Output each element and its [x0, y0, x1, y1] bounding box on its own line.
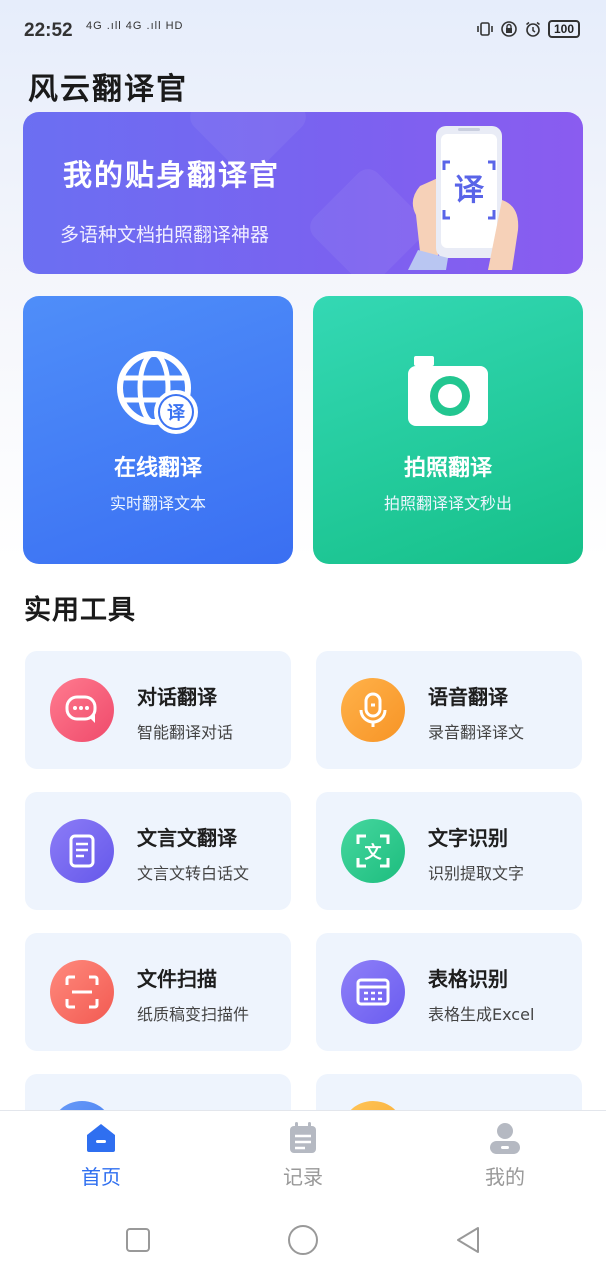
- camera-icon: [408, 356, 488, 426]
- user-icon: [490, 1123, 520, 1154]
- home-icon: [87, 1124, 115, 1152]
- tab-label: 记录: [283, 1165, 323, 1189]
- tab-label: 我的: [485, 1165, 525, 1189]
- tab-records[interactable]: 记录: [202, 1111, 404, 1201]
- tool-subtitle: 识别提取文字: [428, 864, 525, 883]
- tool-title: 表格识别: [428, 967, 508, 991]
- svg-text:文: 文: [365, 842, 383, 863]
- tool-title: 文件扫描: [137, 967, 217, 991]
- book-icon: [50, 819, 114, 883]
- tools-section-title: 实用工具: [24, 595, 136, 626]
- tool-subtitle: 纸质稿变扫描件: [137, 1005, 250, 1024]
- app-title: 风云翻译官: [28, 72, 188, 107]
- microphone-icon: [341, 678, 405, 742]
- battery-level: 100: [547, 20, 580, 38]
- globe-translate-icon: 译: [117, 351, 198, 434]
- vibrate-icon: [477, 22, 493, 36]
- tool-file-scan[interactable]: 文件扫描 纸质稿变扫描件: [25, 933, 291, 1051]
- tool-subtitle: 智能翻译对话: [137, 723, 234, 742]
- tool-dialogue-translate[interactable]: 对话翻译 智能翻译对话: [25, 651, 291, 769]
- clipboard-icon: [290, 1122, 316, 1153]
- table-icon: [341, 960, 405, 1024]
- tab-label: 首页: [81, 1165, 121, 1189]
- tool-subtitle: 文言文转白话文: [137, 864, 250, 883]
- tool-classical-translate[interactable]: 文言文翻译 文言文转白话文: [25, 792, 291, 910]
- photo-translate-card[interactable]: 拍照翻译 拍照翻译译文秒出: [313, 296, 583, 564]
- banner-badge-char: 译: [454, 173, 485, 208]
- status-time: 22:52: [24, 20, 73, 41]
- lock-rotation-icon: [501, 21, 517, 37]
- recent-apps-icon[interactable]: [120, 1222, 156, 1258]
- tool-title: 语音翻译: [428, 685, 508, 709]
- tab-home[interactable]: 首页: [0, 1111, 202, 1201]
- home-nav-icon[interactable]: [285, 1222, 321, 1258]
- banner-title: 我的贴身翻译官: [63, 158, 281, 192]
- status-bar: 22:52 4G .ıll 4G .ıll HD 100: [0, 0, 606, 60]
- phone-hand-illustration: 译: [408, 126, 519, 270]
- status-icons: 100: [476, 20, 580, 38]
- photo-translate-subtitle: 拍照翻译译文秒出: [383, 494, 512, 513]
- tool-voice-translate[interactable]: 语音翻译 录音翻译译文: [316, 651, 582, 769]
- tab-profile[interactable]: 我的: [404, 1111, 606, 1201]
- alarm-icon: [526, 21, 540, 37]
- text-scan-icon: 文: [341, 819, 405, 883]
- network-indicator: 4G .ıll 4G .ıll HD: [86, 20, 184, 32]
- tool-title: 对话翻译: [137, 685, 217, 709]
- online-translate-subtitle: 实时翻译文本: [109, 494, 206, 513]
- tool-subtitle: 录音翻译译文: [428, 723, 525, 742]
- tool-text-recognition[interactable]: 文 文字识别 识别提取文字: [316, 792, 582, 910]
- tool-title: 文言文翻译: [137, 826, 237, 850]
- tool-title: 文字识别: [428, 826, 508, 850]
- chat-bubble-icon: [50, 678, 114, 742]
- bottom-tab-bar: 首页 记录 我的: [0, 1110, 606, 1200]
- svg-text:译: 译: [167, 403, 186, 424]
- online-translate-title: 在线翻译: [113, 456, 202, 481]
- photo-translate-title: 拍照翻译: [403, 456, 492, 481]
- system-nav-bar: [0, 1200, 606, 1280]
- tool-table-recognition[interactable]: 表格识别 表格生成Excel: [316, 933, 582, 1051]
- online-translate-card[interactable]: 译 在线翻译 实时翻译文本: [23, 296, 293, 564]
- back-nav-icon[interactable]: [450, 1222, 486, 1258]
- tool-subtitle: 表格生成Excel: [428, 1005, 535, 1024]
- banner-subtitle: 多语种文档拍照翻译神器: [60, 224, 270, 246]
- document-scan-icon: [50, 960, 114, 1024]
- promo-banner[interactable]: 我的贴身翻译官 多语种文档拍照翻译神器 译: [23, 112, 583, 274]
